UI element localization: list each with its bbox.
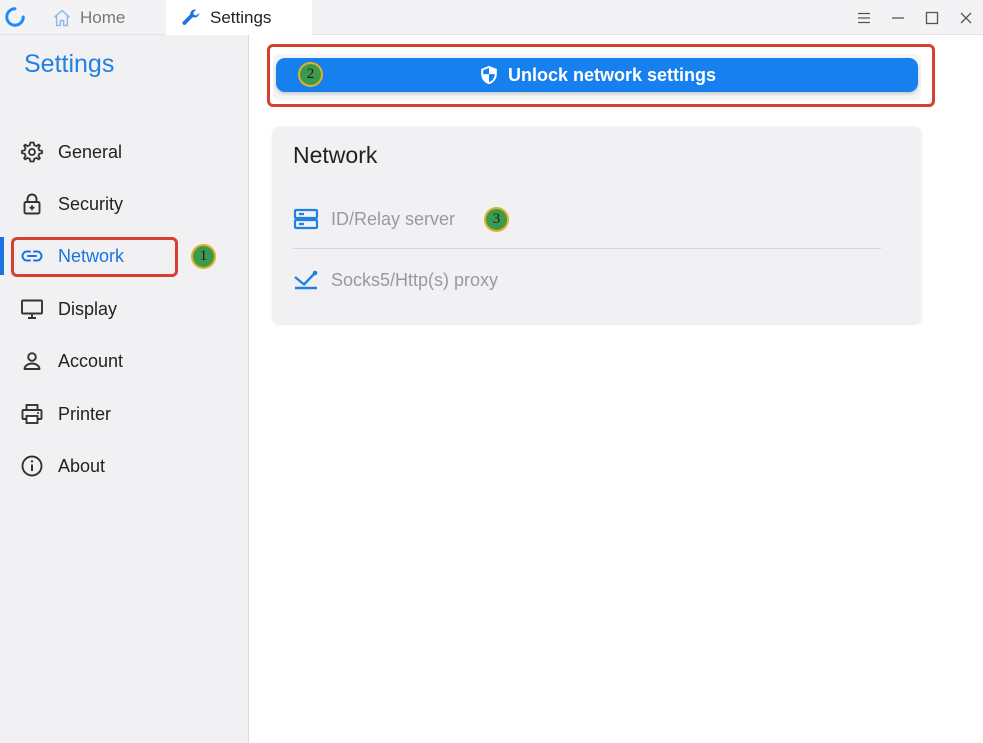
tab-settings-label: Settings — [210, 7, 272, 27]
sidebar: Settings General Security Network Displa… — [0, 35, 249, 743]
sidebar-item-label: Security — [58, 193, 124, 214]
title-bar: Home Settings — [0, 0, 983, 35]
window-controls — [847, 0, 983, 35]
annotation-badge-2: 2 — [298, 62, 323, 87]
annotation-badge-3: 3 — [484, 207, 509, 232]
wrench-icon — [182, 9, 200, 25]
card-title: Network — [293, 142, 378, 168]
tab-home[interactable]: Home — [38, 0, 166, 35]
menu-icon — [858, 12, 870, 23]
sidebar-item-label: About — [58, 455, 106, 476]
id-relay-server-row[interactable]: ID/Relay server — [293, 199, 883, 239]
tab-home-label: Home — [80, 7, 126, 27]
info-icon — [21, 455, 43, 477]
sidebar-item-label: Printer — [58, 403, 112, 424]
gear-icon — [21, 141, 43, 163]
sidebar-title: Settings — [24, 50, 115, 78]
sidebar-item-label: Network — [58, 245, 125, 266]
card-divider — [293, 248, 881, 249]
annotation-badge-1: 1 — [191, 244, 216, 269]
shield-icon — [481, 65, 497, 85]
minimize-button[interactable] — [881, 0, 915, 35]
socks5-proxy-label: Socks5/Http(s) proxy — [331, 269, 499, 290]
maximize-icon — [925, 11, 939, 24]
close-icon — [960, 12, 972, 23]
sidebar-item-label: Account — [58, 350, 124, 371]
menu-button[interactable] — [847, 0, 881, 35]
network-card: Network ID/Relay server Socks5/Http(s) p… — [273, 127, 921, 323]
tab-settings[interactable]: Settings — [166, 0, 312, 35]
unlock-button-label: Unlock network settings — [507, 64, 717, 85]
maximize-button[interactable] — [915, 0, 949, 35]
id-relay-server-label: ID/Relay server — [331, 208, 456, 229]
sidebar-item-display[interactable]: Display — [0, 287, 249, 331]
unlock-network-settings-button[interactable]: Unlock network settings — [276, 58, 918, 92]
close-button[interactable] — [949, 0, 983, 35]
sidebar-item-account[interactable]: Account — [0, 339, 249, 383]
sidebar-item-printer[interactable]: Printer — [0, 392, 249, 436]
sidebar-item-label: Display — [58, 298, 118, 319]
home-icon — [54, 9, 70, 26]
lock-icon — [23, 193, 41, 215]
link-icon — [21, 250, 43, 262]
server-icon — [293, 208, 319, 230]
minimize-icon — [892, 16, 904, 19]
printer-icon — [21, 404, 43, 424]
sidebar-item-label: General — [58, 141, 123, 162]
sidebar-item-general[interactable]: General — [0, 130, 249, 174]
sidebar-item-about[interactable]: About — [0, 444, 249, 488]
monitor-icon — [21, 299, 43, 319]
socks5-proxy-row[interactable]: Socks5/Http(s) proxy — [293, 260, 883, 300]
person-icon — [23, 352, 41, 370]
sidebar-item-security[interactable]: Security — [0, 182, 249, 226]
proxy-icon — [294, 270, 318, 290]
app-logo-icon — [5, 7, 25, 27]
